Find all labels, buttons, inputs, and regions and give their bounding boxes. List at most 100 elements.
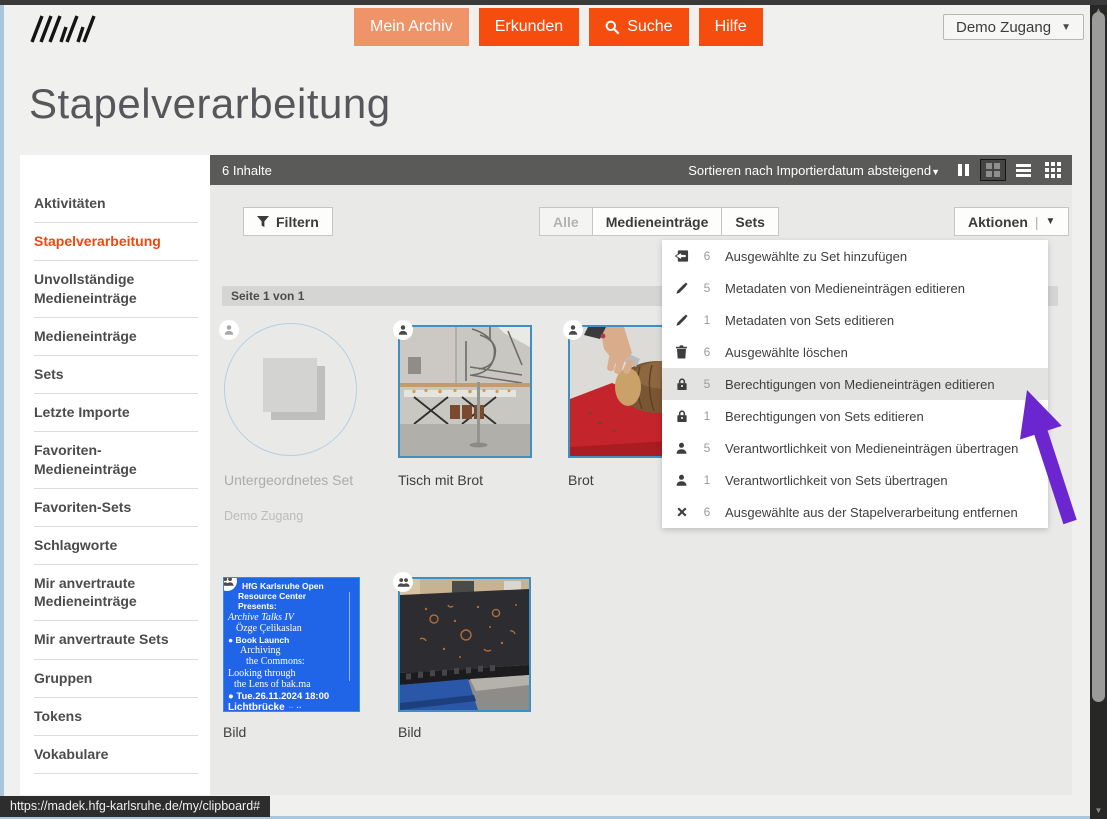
- sidebar-item-favoriten-sets[interactable]: Favoriten-Sets: [20, 489, 210, 526]
- owner-badge: [563, 320, 583, 340]
- madek-logo[interactable]: [30, 13, 104, 50]
- card-title[interactable]: Bild: [398, 724, 421, 740]
- person-icon: [397, 324, 409, 336]
- menu-label: Metadaten von Sets editieren: [725, 313, 894, 328]
- grid-item-media: Bild: [398, 577, 531, 712]
- sidebar-item-schlagworte[interactable]: Schlagworte: [20, 527, 210, 564]
- menu-item-transfer-set-responsibility[interactable]: 1 Verantwortlichkeit von Sets übertragen: [662, 464, 1048, 496]
- nav-hilfe-button[interactable]: Hilfe: [699, 8, 763, 46]
- divider: [34, 773, 198, 774]
- x-cross-icon: [676, 506, 688, 518]
- view-toggle-list-icon[interactable]: [1010, 159, 1036, 181]
- card-title[interactable]: Bild: [223, 724, 246, 740]
- menu-item-transfer-media-responsibility[interactable]: 5 Verantwortlichkeit von Medieneinträgen…: [662, 432, 1048, 464]
- actions-dropdown-button[interactable]: Aktionen | ▼: [954, 207, 1069, 236]
- menu-label: Verantwortlichkeit von Medieneinträgen ü…: [725, 441, 1018, 456]
- view-toggle-tiles-icon[interactable]: [1040, 159, 1066, 181]
- scrollbar-thumb[interactable]: [1092, 12, 1105, 702]
- poster-line: HfG Karlsruhe Open: [228, 581, 355, 591]
- sidebar-item-mir-anvertraute-sets[interactable]: Mir anvertraute Sets: [20, 621, 210, 658]
- nav-suche-button[interactable]: Suche: [589, 8, 688, 46]
- view-toggle-columns-icon[interactable]: [950, 159, 976, 181]
- status-url-tooltip: https://madek.hfg-karlsruhe.de/my/clipbo…: [0, 796, 270, 817]
- menu-item-delete-selected[interactable]: 6 Ausgewählte löschen: [662, 336, 1048, 368]
- menu-count: 5: [701, 441, 713, 455]
- media-thumbnail[interactable]: [398, 577, 531, 712]
- photo-laser-cutter-bed: [400, 579, 529, 710]
- poster-line: Presents:: [228, 601, 355, 611]
- sidebar-item-aktivitaeten[interactable]: Aktivitäten: [20, 185, 210, 222]
- poster-line: ● Book Launch: [228, 635, 355, 645]
- menu-item-edit-media-metadata[interactable]: 5 Metadaten von Medieneinträgen editiere…: [662, 272, 1048, 304]
- menu-item-edit-media-permissions[interactable]: 5 Berechtigungen von Medieneinträgen edi…: [662, 368, 1048, 400]
- poster-line: Lichtbrücke: [228, 702, 355, 712]
- lock-icon: [676, 377, 688, 391]
- nav-label: Erkunden: [495, 18, 564, 36]
- vertical-scrollbar[interactable]: ▲ ▼: [1090, 5, 1107, 819]
- card-title[interactable]: Brot: [568, 472, 594, 488]
- sidebar-item-mir-anvertraute-medieneintraege[interactable]: Mir anvertraute Medieneinträge: [20, 565, 210, 620]
- pencil-icon: [675, 314, 688, 327]
- account-label: Demo Zugang: [956, 19, 1051, 36]
- poster-line: Archive Talks IV: [228, 612, 355, 624]
- tab-medieneintraege[interactable]: Medieneinträge: [592, 207, 723, 236]
- menu-label: Berechtigungen von Medieneinträgen editi…: [725, 377, 995, 392]
- chevron-down-icon: ▼: [1046, 216, 1056, 227]
- view-toggle-grid-icon[interactable]: [980, 159, 1006, 181]
- poster-line: the Commons:: [228, 656, 355, 668]
- sidebar-item-unvollstaendige-medieneintraege[interactable]: Unvollständige Medieneinträge: [20, 261, 210, 316]
- card-title[interactable]: Tisch mit Brot: [398, 472, 483, 488]
- person-icon: [675, 442, 688, 455]
- card-title[interactable]: Untergeordnetes Set: [224, 472, 353, 488]
- sidebar-item-favoriten-medieneintraege[interactable]: Favoriten-Medieneinträge: [20, 432, 210, 487]
- actions-dropdown-menu: 6 Ausgewählte zu Set hinzufügen 5 Metada…: [662, 240, 1048, 528]
- nav-mein-archiv-button[interactable]: Mein Archiv: [354, 8, 469, 46]
- pencil-icon: [675, 282, 688, 295]
- grid-item-media: Tisch mit Brot: [398, 325, 532, 458]
- lock-icon: [676, 409, 688, 423]
- results-toolbar: 6 Inhalte Sortieren nach Importierdatum …: [210, 155, 1072, 185]
- logo-slashes-icon: [30, 13, 104, 45]
- main-nav: Mein Archiv Erkunden Suche Hilfe: [354, 8, 763, 46]
- sidebar-item-vokabulare[interactable]: Vokabulare: [20, 736, 210, 773]
- window-border-top: [0, 0, 1107, 5]
- nav-label: Hilfe: [715, 18, 747, 36]
- filter-label: Filtern: [276, 214, 319, 230]
- poster-line: Özge Çelikaslan: [228, 623, 355, 635]
- results-count: 6 Inhalte: [222, 163, 272, 178]
- scroll-down-icon[interactable]: ▼: [1090, 806, 1107, 815]
- sidebar-item-sets[interactable]: Sets: [20, 356, 210, 393]
- poster-line: ● Tue.26.11.2024 18:00: [228, 691, 355, 702]
- menu-label: Ausgewählte löschen: [725, 345, 848, 360]
- sort-label: Sortieren nach Importierdatum absteigend: [688, 163, 931, 178]
- poster-line: Resource Center: [228, 591, 355, 601]
- sidebar-item-medieneintraege[interactable]: Medieneinträge: [20, 318, 210, 355]
- menu-item-remove-from-batch[interactable]: 6 Ausgewählte aus der Stapelverarbeitung…: [662, 496, 1048, 528]
- filter-button[interactable]: Filtern: [243, 207, 333, 236]
- actions-label: Aktionen: [968, 214, 1028, 230]
- person-icon: [675, 474, 688, 487]
- set-thumbnail[interactable]: [224, 323, 357, 456]
- nav-erkunden-button[interactable]: Erkunden: [479, 8, 580, 46]
- media-thumbnail[interactable]: HfG Karlsruhe Open Resource Center Prese…: [223, 577, 360, 712]
- sidebar-item-tokens[interactable]: Tokens: [20, 698, 210, 735]
- sidebar-item-stapelverarbeitung[interactable]: Stapelverarbeitung: [20, 223, 210, 260]
- menu-label: Ausgewählte aus der Stapelverarbeitung e…: [725, 505, 1018, 520]
- account-menu-button[interactable]: Demo Zugang ▼: [943, 14, 1084, 40]
- menu-item-edit-set-metadata[interactable]: 1 Metadaten von Sets editieren: [662, 304, 1048, 336]
- tab-alle[interactable]: Alle: [539, 207, 593, 236]
- sort-dropdown[interactable]: Sortieren nach Importierdatum absteigend…: [688, 163, 940, 178]
- menu-label: Metadaten von Medieneinträgen editieren: [725, 281, 965, 296]
- people-icon: [397, 577, 410, 588]
- menu-item-edit-set-permissions[interactable]: 1 Berechtigungen von Sets editieren: [662, 400, 1048, 432]
- sidebar-item-letzte-importe[interactable]: Letzte Importe: [20, 394, 210, 431]
- menu-item-add-to-set[interactable]: 6 Ausgewählte zu Set hinzufügen: [662, 240, 1048, 272]
- menu-count: 6: [701, 345, 713, 359]
- sidebar-item-gruppen[interactable]: Gruppen: [20, 660, 210, 697]
- photo-table-with-bread: [400, 327, 530, 456]
- people-icon: [223, 577, 234, 587]
- tab-sets[interactable]: Sets: [721, 207, 779, 236]
- media-thumbnail[interactable]: [398, 325, 532, 458]
- menu-count: 1: [701, 313, 713, 327]
- nav-label: Suche: [627, 18, 672, 36]
